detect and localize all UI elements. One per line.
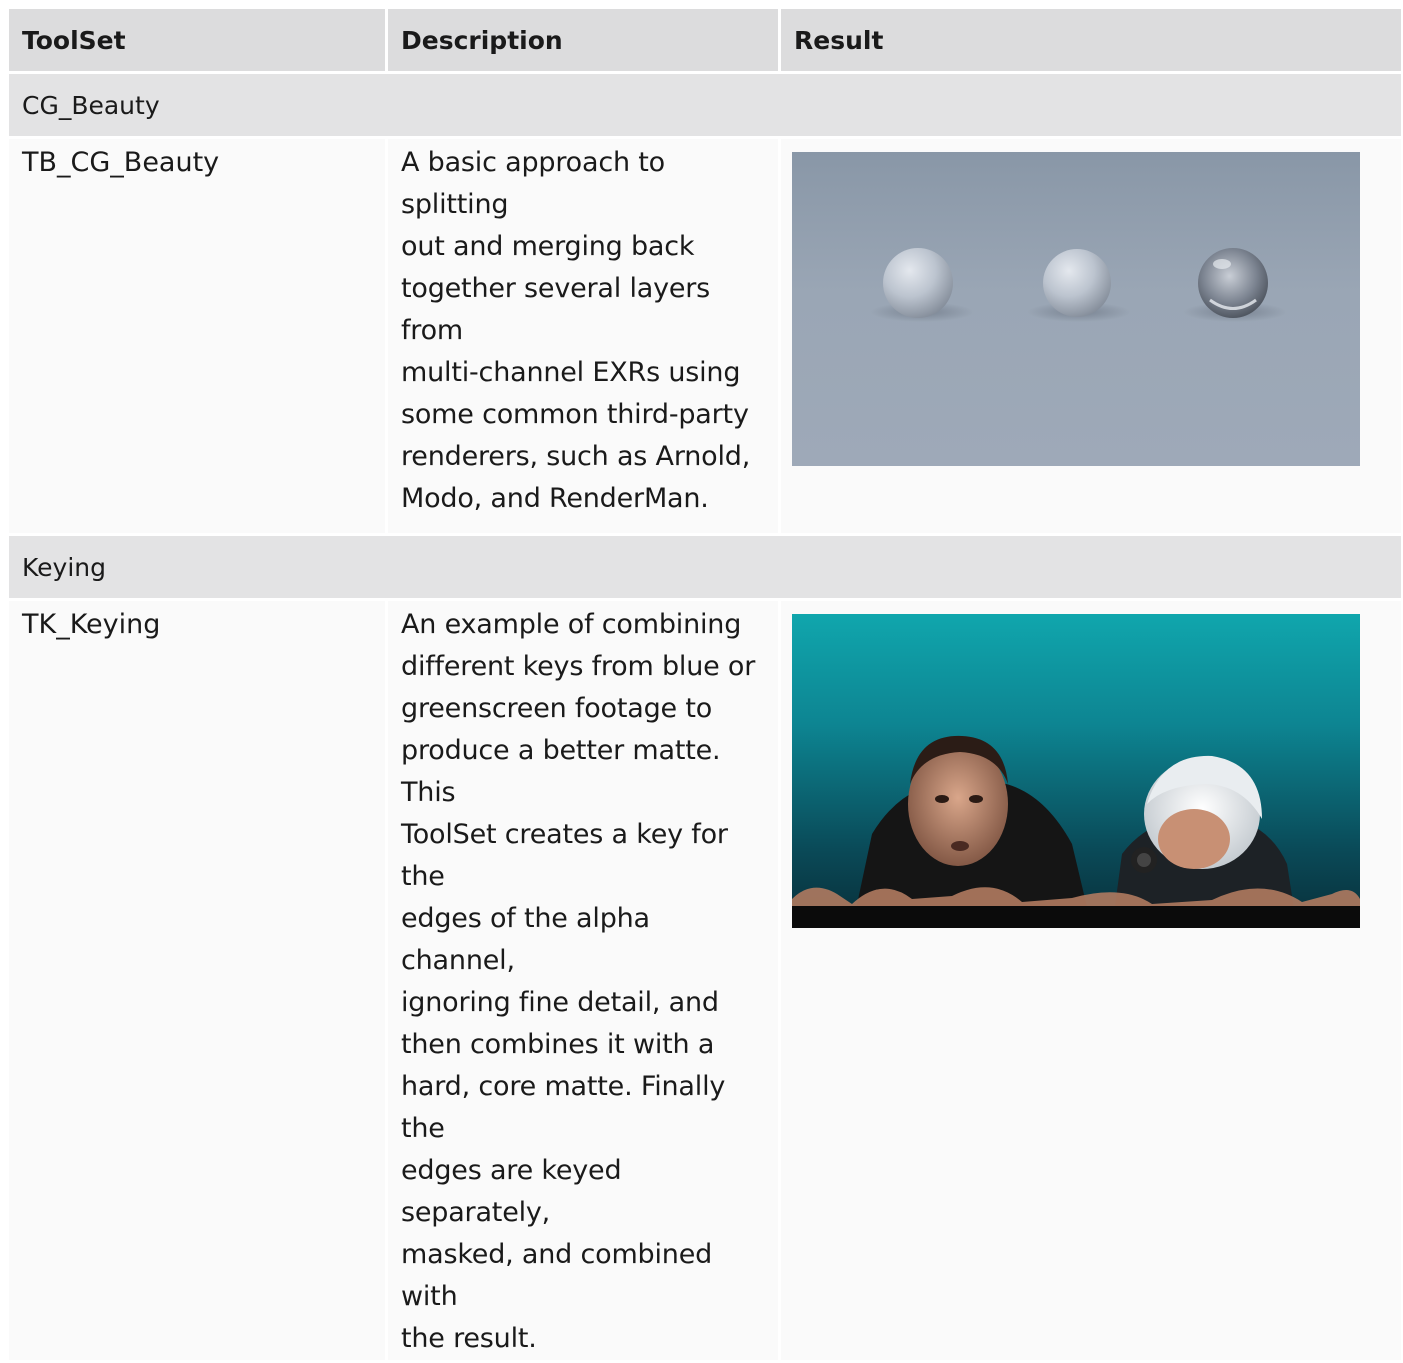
description-line: hard, core matte. Finally the	[401, 1071, 726, 1144]
section-keying: Keying	[9, 536, 1401, 598]
description-line: produce a better matte. This	[401, 735, 721, 808]
description-line: then combines it with a	[401, 1029, 715, 1060]
section-cg-beauty: CG_Beauty	[9, 74, 1401, 136]
header-toolset: ToolSet	[9, 9, 385, 71]
description-line: ignoring fine detail, and	[401, 987, 719, 1018]
toolset-name-cell: TB_CG_Beauty	[9, 139, 385, 533]
description-line: different keys from blue or	[401, 651, 756, 682]
description-line: ToolSet creates a key for the	[401, 819, 728, 892]
description-line: A basic approach to splitting	[401, 147, 665, 220]
result-cell	[781, 601, 1401, 1360]
description-line: greenscreen footage to	[401, 693, 713, 724]
description-line: edges of the alpha channel,	[401, 903, 650, 976]
result-cell	[781, 139, 1401, 533]
description-line: the result.	[401, 1323, 537, 1354]
description-line: An example of combining	[401, 609, 742, 640]
keying-composite-image	[792, 614, 1360, 928]
table-row-tb-cg-beauty: TB_CG_Beauty A basic approach to splitti…	[9, 139, 1401, 533]
description-line: together several layers from	[401, 273, 711, 346]
description-line: Modo, and RenderMan.	[401, 483, 709, 514]
toolsets-table: ToolSet Description Result CG_Beauty TB_…	[9, 9, 1401, 1363]
description-line: renderers, such as Arnold,	[401, 441, 751, 472]
toolset-name-cell: TK_Keying	[9, 601, 385, 1360]
description-line: masked, and combined with	[401, 1239, 713, 1312]
description-line: some common third-party	[401, 399, 749, 430]
description-cell: An example of combining different keys f…	[388, 601, 778, 1360]
description-line: edges are keyed separately,	[401, 1155, 622, 1228]
header-description: Description	[388, 9, 778, 71]
table-row-tk-keying: TK_Keying An example of combining differ…	[9, 601, 1401, 1360]
description-line: out and merging back	[401, 231, 695, 262]
description-line: multi-channel EXRs using	[401, 357, 741, 388]
table-header-row: ToolSet Description Result	[9, 9, 1401, 71]
header-result: Result	[781, 9, 1401, 71]
cg-beauty-spheres-render-image	[792, 152, 1360, 466]
description-cell: A basic approach to splitting out and me…	[388, 139, 778, 533]
